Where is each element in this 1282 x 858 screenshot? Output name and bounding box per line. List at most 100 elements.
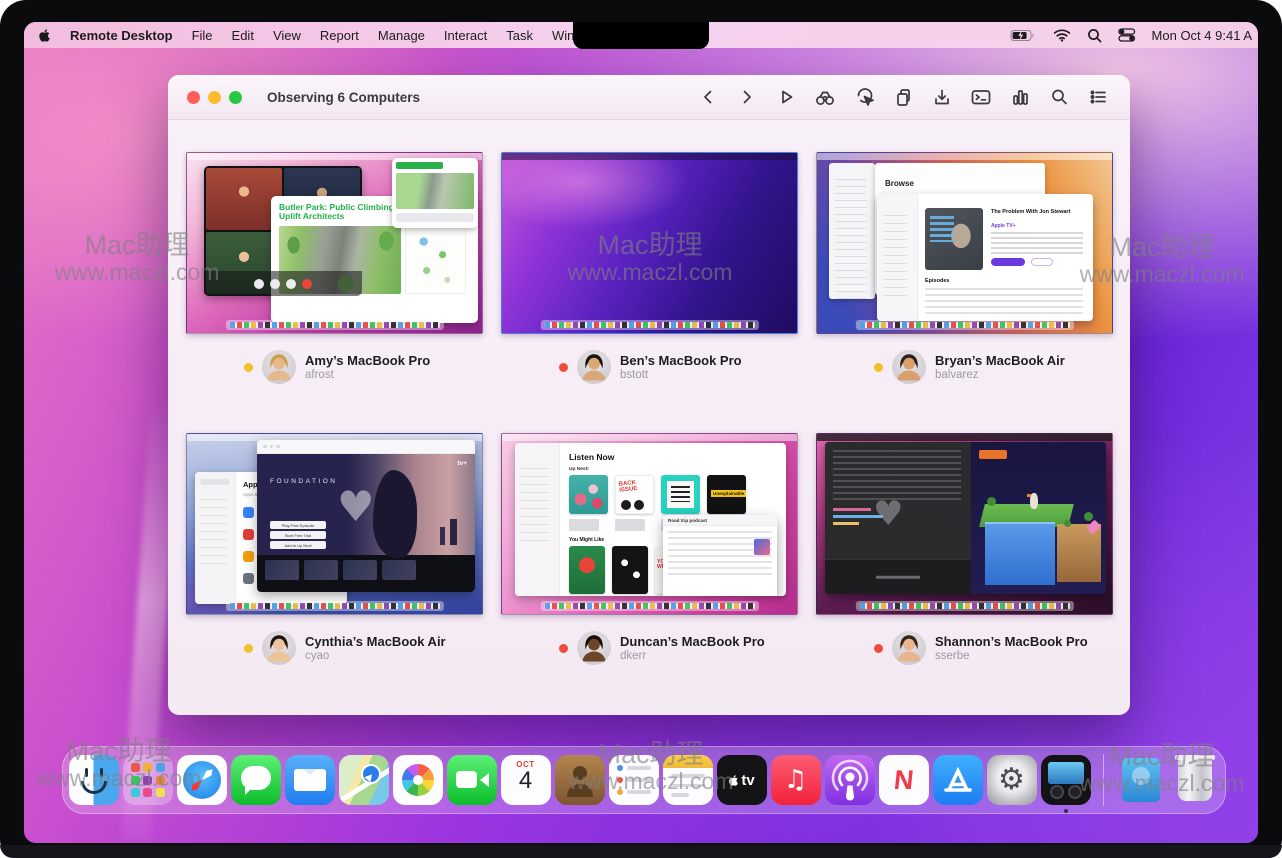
computer-name: Duncan’s MacBook Pro	[620, 634, 765, 649]
cover-art-b2	[612, 546, 648, 594]
status-dot	[244, 644, 253, 653]
menu-report[interactable]: Report	[320, 28, 359, 43]
control-cursor-icon[interactable]	[852, 85, 876, 109]
forward-button[interactable]	[735, 85, 759, 109]
dock-photos[interactable]	[393, 755, 443, 805]
feature-title: FOUNDATION	[270, 478, 338, 485]
news-logo-letter: N	[892, 765, 915, 796]
list-view-icon[interactable]	[1086, 85, 1110, 109]
wifi-icon[interactable]	[1053, 28, 1071, 42]
start-free-trial-button: Start Free Trial	[270, 531, 326, 539]
binoculars-icon[interactable]	[813, 85, 837, 109]
computer-username: dkerr	[620, 650, 765, 662]
observe-play-button[interactable]	[774, 85, 798, 109]
computer-cell-cynthia[interactable]: Apple Apps & Games FOUNDATION tv+ Play F…	[186, 433, 483, 665]
thumb-dock	[225, 320, 443, 330]
search-icon[interactable]	[1047, 85, 1071, 109]
follow-button	[1031, 258, 1053, 266]
screen-thumbnail-ben[interactable]	[501, 152, 798, 334]
avatar-duncan	[577, 631, 611, 665]
install-package-icon[interactable]	[930, 85, 954, 109]
dock-calendar[interactable]: OCT4	[501, 755, 551, 805]
screen-thumbnail-amy[interactable]: Butler Park: Public Climbing Wal Uplift …	[186, 152, 483, 334]
computer-username: sserbe	[935, 650, 1088, 662]
dock-music[interactable]: ♫	[771, 755, 821, 805]
menu-view[interactable]: View	[273, 28, 301, 43]
dock-notes[interactable]	[663, 755, 713, 805]
minimize-button[interactable]	[208, 91, 221, 104]
zoom-button[interactable]	[229, 91, 242, 104]
menu-manage[interactable]: Manage	[378, 28, 425, 43]
computer-cell-duncan[interactable]: Listen Now Up Next! BACK ISSUE Unexplain…	[501, 433, 798, 665]
laptop-bezel: Remote Desktop File Edit View Report Man…	[0, 0, 1282, 858]
cover-art-1	[569, 475, 608, 514]
dock-trash[interactable]	[1170, 755, 1220, 805]
dock-launchpad[interactable]	[123, 755, 173, 805]
computer-username: cyao	[305, 650, 446, 662]
show-title: The Problem With Jon Stewart	[991, 209, 1085, 216]
back-button[interactable]	[696, 85, 720, 109]
podcasts-window: Listen Now Up Next! BACK ISSUE Unexplain…	[515, 443, 786, 596]
computer-cell-shannon[interactable]: ♥	[816, 433, 1113, 665]
menu-clock[interactable]: Mon Oct 4 9:41 A	[1152, 28, 1252, 43]
thumb-dock	[855, 320, 1073, 330]
window-toolbar	[696, 75, 1110, 119]
window-titlebar[interactable]: Observing 6 Computers	[168, 75, 1130, 120]
dock-safari[interactable]	[177, 755, 227, 805]
avatar-bryan	[892, 350, 926, 384]
avatar-amy	[262, 350, 296, 384]
dock-remote-desktop[interactable]	[1041, 755, 1091, 805]
console-pane	[825, 559, 971, 594]
facetime-controls	[204, 271, 362, 296]
close-button[interactable]	[187, 91, 200, 104]
status-dot	[874, 363, 883, 372]
screen-thumbnail-duncan[interactable]: Listen Now Up Next! BACK ISSUE Unexplain…	[501, 433, 798, 615]
battery-charging-icon[interactable]	[1010, 29, 1037, 42]
score-badge	[979, 450, 1007, 459]
avatar-cynthia	[262, 631, 296, 665]
avatar-shannon	[892, 631, 926, 665]
dock-system-preferences[interactable]: ⚙	[987, 755, 1037, 805]
apple-menu-icon[interactable]	[38, 28, 51, 43]
spotlight-search-icon[interactable]	[1087, 28, 1102, 43]
dock-maps[interactable]	[339, 755, 389, 805]
reports-icon[interactable]	[1008, 85, 1032, 109]
heart-watermark: ♥	[337, 482, 375, 531]
dock-facetime[interactable]	[447, 755, 497, 805]
you-might-like-label: You Might Like	[569, 537, 604, 543]
computer-cell-ben[interactable]: Ben’s MacBook Pro bstott	[501, 152, 798, 384]
dock-mail[interactable]	[285, 755, 335, 805]
sketch-panel	[405, 226, 466, 294]
heart-watermark: ♥	[873, 494, 903, 534]
unix-command-icon[interactable]	[969, 85, 993, 109]
menu-task[interactable]: Task	[506, 28, 533, 43]
dock-contacts[interactable]	[555, 755, 605, 805]
music-note-glyph: ♫	[784, 765, 807, 795]
menu-app-name[interactable]: Remote Desktop	[70, 28, 173, 43]
status-dot	[559, 644, 568, 653]
cover-unexplainable: Unexplainable	[707, 475, 746, 514]
tv-label: tv	[741, 772, 754, 789]
copy-items-icon[interactable]	[891, 85, 915, 109]
gear-icon: ⚙	[998, 765, 1025, 795]
menu-edit[interactable]: Edit	[232, 28, 254, 43]
thumb-dock	[540, 601, 758, 611]
screen-thumbnail-bryan[interactable]: Browse The Problem With Jon Stewart Appl…	[816, 152, 1113, 334]
laptop-hinge	[0, 845, 1282, 858]
dock-messages[interactable]	[231, 755, 281, 805]
screen-thumbnail-cynthia[interactable]: Apple Apps & Games FOUNDATION tv+ Play F…	[186, 433, 483, 615]
computer-cell-amy[interactable]: Butler Park: Public Climbing Wal Uplift …	[186, 152, 483, 384]
dock-finder[interactable]	[69, 755, 119, 805]
dock-appstore[interactable]	[933, 755, 983, 805]
thumb-dock	[855, 601, 1073, 611]
menu-interact[interactable]: Interact	[444, 28, 487, 43]
dock-tv[interactable]: tv	[717, 755, 767, 805]
dock-news[interactable]: N	[879, 755, 929, 805]
menu-file[interactable]: File	[192, 28, 213, 43]
control-center-icon[interactable]	[1118, 28, 1136, 42]
screen-thumbnail-shannon[interactable]: ♥	[816, 433, 1113, 615]
dock-reminders[interactable]	[609, 755, 659, 805]
dock-downloads[interactable]	[1116, 755, 1166, 805]
computer-cell-bryan[interactable]: Browse The Problem With Jon Stewart Appl…	[816, 152, 1113, 384]
dock-podcasts[interactable]	[825, 755, 875, 805]
